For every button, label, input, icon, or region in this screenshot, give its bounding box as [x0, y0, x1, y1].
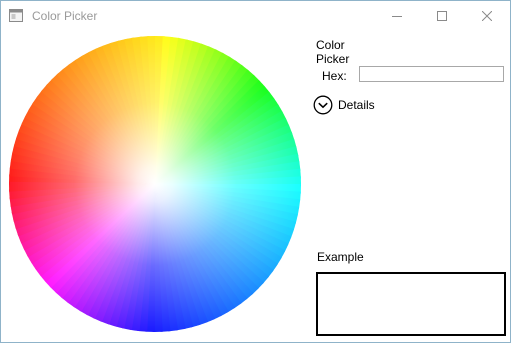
hex-input[interactable] [359, 66, 504, 82]
hex-label: Hex: [322, 69, 347, 83]
color-wheel[interactable] [7, 34, 303, 334]
maximize-icon [437, 11, 447, 21]
details-expander[interactable]: Details [313, 94, 375, 116]
panel-title: Color Picker [316, 38, 350, 66]
maximize-button[interactable] [419, 1, 465, 31]
minimize-button[interactable] [374, 1, 420, 31]
color-picker-window: Color Picker Color Picker Hex: Details E… [0, 0, 511, 343]
close-icon [482, 11, 492, 21]
details-label: Details [338, 98, 375, 112]
close-button[interactable] [464, 1, 510, 31]
example-color-preview [316, 272, 506, 336]
minimize-icon [392, 11, 402, 21]
chevron-down-circle-icon [313, 95, 333, 115]
color-wheel-graphic [9, 36, 301, 332]
window-app-icon [9, 9, 23, 22]
example-label: Example [317, 250, 364, 264]
window-title: Color Picker [32, 9, 98, 23]
title-bar[interactable]: Color Picker [1, 1, 510, 31]
